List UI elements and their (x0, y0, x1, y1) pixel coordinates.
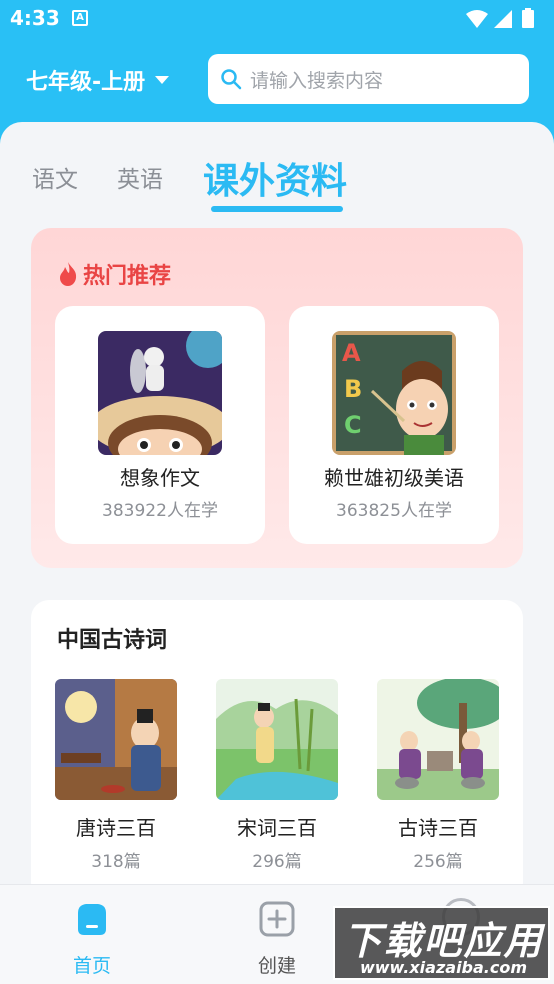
poem-thumbnail-image (377, 677, 509, 800)
poem-count: 318篇 (91, 852, 141, 872)
watermark-url: www.xiazaiba.com (359, 958, 528, 977)
battery-icon (522, 10, 534, 28)
poem-collection-name: 宋词三百 (237, 816, 317, 840)
course-thumbnail-image: A B C (332, 331, 456, 455)
status-bar: 4:33 A (0, 0, 554, 38)
home-icon (78, 904, 106, 935)
subject-tabs: 语文 英语 课外资料 (0, 122, 554, 222)
main-panel: 语文 英语 课外资料 热门推荐 想象作文 383922人在学 A B C 赖世雄… (0, 122, 554, 884)
search-icon (221, 69, 242, 90)
course-card-imagination-writing[interactable]: 想象作文 383922人在学 (55, 306, 265, 544)
learner-count: 363825人在学 (336, 501, 452, 521)
hot-title-text: 热门推荐 (83, 264, 172, 289)
nav-label: 创建 (257, 955, 296, 977)
plus-square-icon (259, 901, 295, 937)
wifi-icon (466, 10, 488, 28)
poem-card-song[interactable]: 宋词三百 296篇 (216, 679, 338, 872)
section-title: 中国古诗词 (57, 628, 168, 653)
tab-chinese[interactable]: 语文 (32, 160, 78, 194)
poem-thumbnail-image (55, 679, 177, 800)
poem-card-tang[interactable]: 唐诗三百 318篇 (55, 679, 177, 872)
course-thumbnail-image (98, 331, 222, 455)
status-time: 4:33 (10, 6, 60, 30)
course-name: 想象作文 (120, 466, 200, 490)
notification-icon: A (72, 10, 88, 26)
poem-card-ancient[interactable]: 古诗三百 256篇 (377, 677, 509, 872)
tab-english[interactable]: 英语 (117, 160, 163, 194)
nav-create[interactable]: 创建 (227, 901, 327, 978)
search-input[interactable]: 请输入搜索内容 (208, 54, 529, 104)
caret-down-icon (155, 76, 170, 84)
header: 七年级-上册 请输入搜索内容 (0, 38, 554, 122)
poem-count: 256篇 (413, 852, 463, 872)
tab-extracurricular[interactable]: 课外资料 (203, 152, 347, 204)
poem-collection-name: 古诗三百 (398, 816, 478, 840)
grade-dropdown[interactable]: 七年级-上册 (26, 64, 170, 96)
learner-count: 383922人在学 (102, 501, 218, 521)
poem-collection-name: 唐诗三百 (76, 816, 156, 840)
nav-label: 首页 (72, 955, 111, 977)
poem-thumbnail-image (216, 679, 338, 800)
search-placeholder: 请输入搜索内容 (250, 69, 384, 92)
svg-text:A: A (342, 339, 361, 367)
svg-text:C: C (344, 411, 362, 439)
course-name: 赖世雄初级美语 (324, 466, 464, 490)
svg-text:B: B (344, 375, 362, 403)
grade-label: 七年级-上册 (26, 70, 146, 95)
course-card-beginner-english[interactable]: A B C 赖世雄初级美语 363825人在学 (289, 306, 499, 544)
signal-battery-icons (466, 8, 534, 28)
chinese-poetry-section: 中国古诗词 唐诗三百 318篇 宋词三百 296篇 古诗三百 256篇 (31, 600, 523, 884)
watermark-text: 下载吧应用 (343, 919, 544, 963)
poem-count: 296篇 (252, 852, 302, 872)
nav-home[interactable]: 首页 (42, 901, 142, 978)
watermark-logo: 下载吧应用 www.xiazaiba.com (333, 906, 550, 980)
hot-title: 热门推荐 (57, 258, 171, 290)
cell-signal-icon (494, 10, 512, 28)
hot-recommendations: 热门推荐 想象作文 383922人在学 A B C 赖世雄初级美语 363825… (31, 228, 523, 568)
active-tab-indicator (211, 206, 343, 212)
flame-icon (60, 262, 77, 286)
